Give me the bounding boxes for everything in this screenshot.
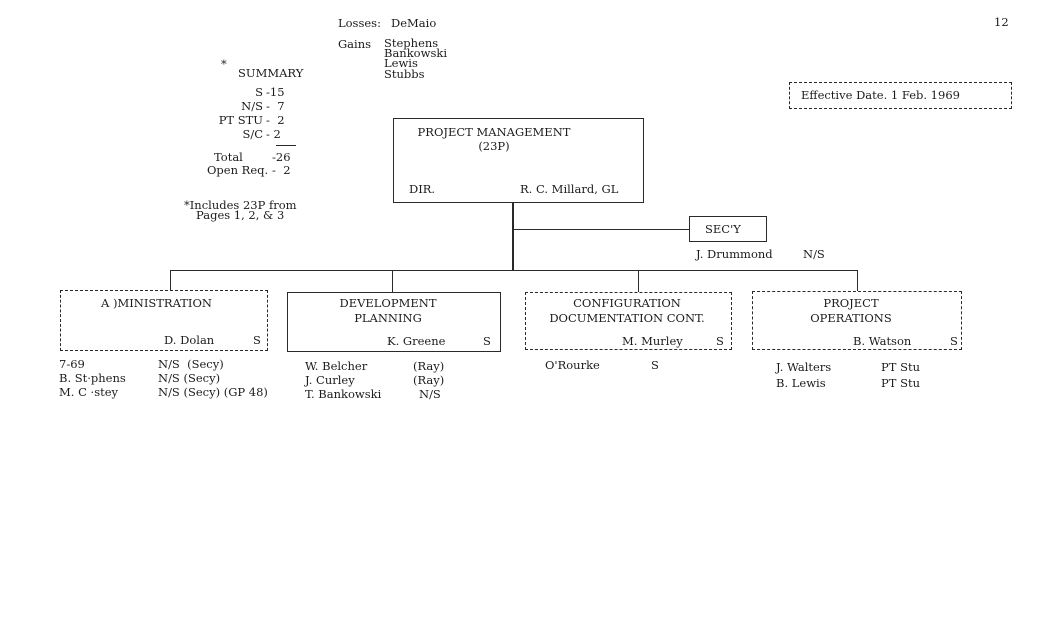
department-title: PROJECT <box>823 296 879 310</box>
summary-open-req-label: Open Req. <box>207 163 269 177</box>
secretary-box: SEC'Y <box>689 216 767 242</box>
department-title: DEVELOPMENT <box>339 296 437 310</box>
summary-footnote: *Includes 23P from Pages 1, 2, & 3 <box>184 199 297 222</box>
summary-title: SUMMARY <box>238 66 304 80</box>
summary-row-value: - 2 <box>266 127 281 141</box>
staff-row: T. Bankowski N/S <box>305 387 444 401</box>
summary-open-req-value: - 2 <box>272 163 291 177</box>
department-title: DOCUMENTATION CONT. <box>549 311 705 325</box>
staff-status: PT Stu <box>881 360 920 374</box>
department-drop-connector <box>170 270 172 291</box>
department-title: OPERATIONS <box>810 311 892 325</box>
summary-asterisk: * <box>221 57 227 71</box>
department-manager-status: S <box>950 334 958 348</box>
department-box-administration: A )MINISTRATION D. Dolan S <box>60 290 268 351</box>
staff-name: W. Belcher <box>305 359 368 373</box>
effective-date-box: Effective Date. 1 Feb. 1969 <box>789 82 1012 109</box>
staff-list-configuration-documentation: O'Rourke S <box>545 358 659 372</box>
staff-row: B. St·phens N/S (Secy) <box>59 371 268 385</box>
staff-row: B. Lewis PT Stu <box>776 375 920 391</box>
department-title: PLANNING <box>354 311 422 325</box>
staff-row: J. Walters PT Stu <box>776 359 920 375</box>
staff-name: O'Rourke <box>545 358 600 372</box>
secretary-name: J. Drummond <box>696 247 773 261</box>
summary-row: S -15 <box>200 86 300 100</box>
department-bus-connector <box>170 270 858 272</box>
department-drop-connector <box>392 270 394 292</box>
department-manager-status: S <box>253 333 261 347</box>
staff-list-development-planning: W. Belcher (Ray) J. Curley (Ray) T. Bankow… <box>305 359 444 401</box>
summary-row-label: S <box>255 85 263 99</box>
summary-table: S -15 N/S - 7 PT STU - 2 S/C - 2 <box>200 86 300 142</box>
department-title: A )MINISTRATION <box>101 296 212 310</box>
losses-name: DeMaio <box>391 16 437 30</box>
summary-row-label: N/S <box>241 99 263 113</box>
footnote-line: Pages 1, 2, & 3 <box>196 208 285 222</box>
gains-label: Gains <box>338 37 372 51</box>
department-drop-connector <box>638 270 640 292</box>
summary-row-value: - 7 <box>266 99 285 113</box>
staff-row: O'Rourke S <box>545 358 659 372</box>
staff-name: T. Bankowski <box>305 387 382 401</box>
staff-status: S <box>651 358 659 372</box>
head-unit-title: PROJECT MANAGEMENT <box>417 125 571 139</box>
head-unit-subtitle: (23P) <box>478 139 510 153</box>
department-title: CONFIGURATION <box>573 296 681 310</box>
summary-row: S/C - 2 <box>200 128 300 142</box>
summary-row: N/S - 7 <box>200 100 300 114</box>
department-box-configuration-documentation: CONFIGURATION DOCUMENTATION CONT. M. Mur… <box>525 292 732 350</box>
staff-status: (Ray) <box>413 373 445 387</box>
department-manager: B. Watson <box>853 334 912 348</box>
staff-list-administration: 7-69 N/S (Secy) B. St·phens N/S (Secy) M. … <box>59 357 268 399</box>
department-manager-status: S <box>483 334 491 348</box>
secretary-status: N/S <box>803 247 825 261</box>
staff-name: 7-69 <box>59 357 85 371</box>
summary-total-rule <box>276 145 296 147</box>
department-box-project-operations: PROJECT OPERATIONS B. Watson S <box>752 291 962 350</box>
staff-name: B. St·phens <box>59 371 126 385</box>
summary-total-label: Total <box>214 150 243 164</box>
staff-row: M. C ·stey N/S (Secy) (GP 48) <box>59 385 268 399</box>
staff-status: N/S (Secy) (GP 48) <box>158 385 268 399</box>
head-unit-manager: R. C. Millard, GL <box>520 182 619 196</box>
department-manager: K. Greene <box>387 334 446 348</box>
summary-row-value: - 2 <box>266 113 285 127</box>
staff-row: 7-69 N/S (Secy) <box>59 357 268 371</box>
department-drop-connector <box>857 270 859 291</box>
staff-row: W. Belcher (Ray) <box>305 359 444 373</box>
trunk-connector <box>512 202 514 271</box>
department-manager-status: S <box>716 334 724 348</box>
staff-name: J. Walters <box>776 360 832 374</box>
department-manager: M. Murley <box>622 334 683 348</box>
staff-status: N/S (Secy) <box>158 357 224 371</box>
staff-row: J. Curley (Ray) <box>305 373 444 387</box>
effective-date: Effective Date. 1 Feb. 1969 <box>801 88 960 102</box>
summary-row-value: -15 <box>266 85 285 99</box>
losses-label: Losses: <box>338 16 381 30</box>
department-manager: D. Dolan <box>164 333 215 347</box>
staff-status: (Ray) <box>413 359 445 373</box>
summary-row: PT STU - 2 <box>200 114 300 128</box>
secretary-connector <box>513 229 690 231</box>
department-box-development-planning: DEVELOPMENT PLANNING K. Greene S <box>287 292 501 352</box>
summary-total-value: -26 <box>272 150 291 164</box>
staff-status: N/S (Secy) <box>158 371 221 385</box>
staff-name: J. Curley <box>305 373 355 387</box>
staff-status: PT Stu <box>881 376 920 390</box>
secretary-title: SEC'Y <box>705 222 741 236</box>
head-unit-role: DIR. <box>409 182 436 196</box>
staff-name: B. Lewis <box>776 376 826 390</box>
gains-list: Stephens Bankowski Lewis Stubbs <box>384 37 447 81</box>
staff-name: M. C ·stey <box>59 385 119 399</box>
page-number: 12 <box>994 15 1009 29</box>
gains-name: Stubbs <box>384 67 425 81</box>
staff-list-project-operations: J. Walters PT Stu B. Lewis PT Stu <box>776 359 920 391</box>
summary-row-label: S/C <box>242 127 263 141</box>
project-management-box: PROJECT MANAGEMENT (23P) DIR. R. C. Mill… <box>393 118 644 203</box>
staff-status: N/S <box>419 387 441 401</box>
summary-row-label: PT STU <box>218 113 263 127</box>
